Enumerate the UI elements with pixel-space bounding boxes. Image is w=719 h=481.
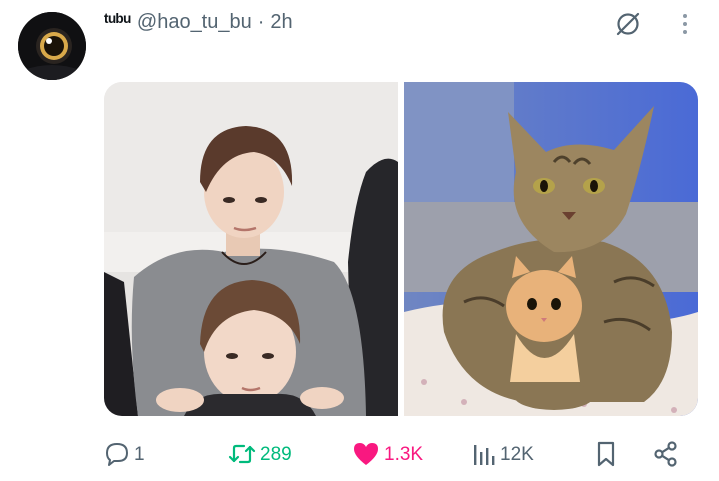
reply-button[interactable]: 1: [104, 434, 145, 474]
avatar[interactable]: [18, 12, 86, 80]
media-photo-2[interactable]: [404, 82, 698, 416]
author-handle[interactable]: @hao_tu_bu: [137, 11, 252, 34]
media-photo-1[interactable]: [104, 82, 398, 416]
tweet-timestamp[interactable]: 2h: [270, 11, 292, 34]
retweet-button[interactable]: 289: [228, 434, 292, 474]
like-button[interactable]: 1.3K: [352, 434, 423, 474]
photo-cat-with-kitten: [404, 82, 698, 416]
heart-icon: [354, 443, 378, 465]
grok-button[interactable]: [612, 8, 644, 40]
grok-icon: [616, 12, 640, 36]
more-button[interactable]: [672, 10, 698, 38]
reply-icon: [106, 443, 128, 466]
views-count: 12K: [500, 443, 534, 465]
tweet-actions: 1 289 1.3K 12K: [104, 434, 688, 474]
views-icon: [474, 445, 495, 465]
retweet-count: 289: [260, 443, 292, 465]
avatar-image: [18, 12, 86, 80]
photo-two-people: [104, 82, 398, 416]
bookmark-icon: [597, 441, 615, 467]
author-display-name[interactable]: ᵗᵘᵇᵘ: [104, 11, 131, 34]
reply-count: 1: [134, 443, 145, 465]
bookmark-button[interactable]: [594, 434, 618, 474]
tweet-media: [104, 82, 698, 416]
like-count: 1.3K: [384, 443, 424, 465]
retweet-icon: [228, 444, 256, 464]
share-button[interactable]: [652, 434, 680, 474]
header-separator: ·: [257, 11, 265, 33]
share-icon: [654, 441, 677, 467]
more-vertical-icon: [683, 14, 687, 34]
views-button[interactable]: 12K: [472, 434, 534, 474]
tweet-header: ᵗᵘᵇᵘ @hao_tu_bu · 2h: [104, 11, 629, 37]
